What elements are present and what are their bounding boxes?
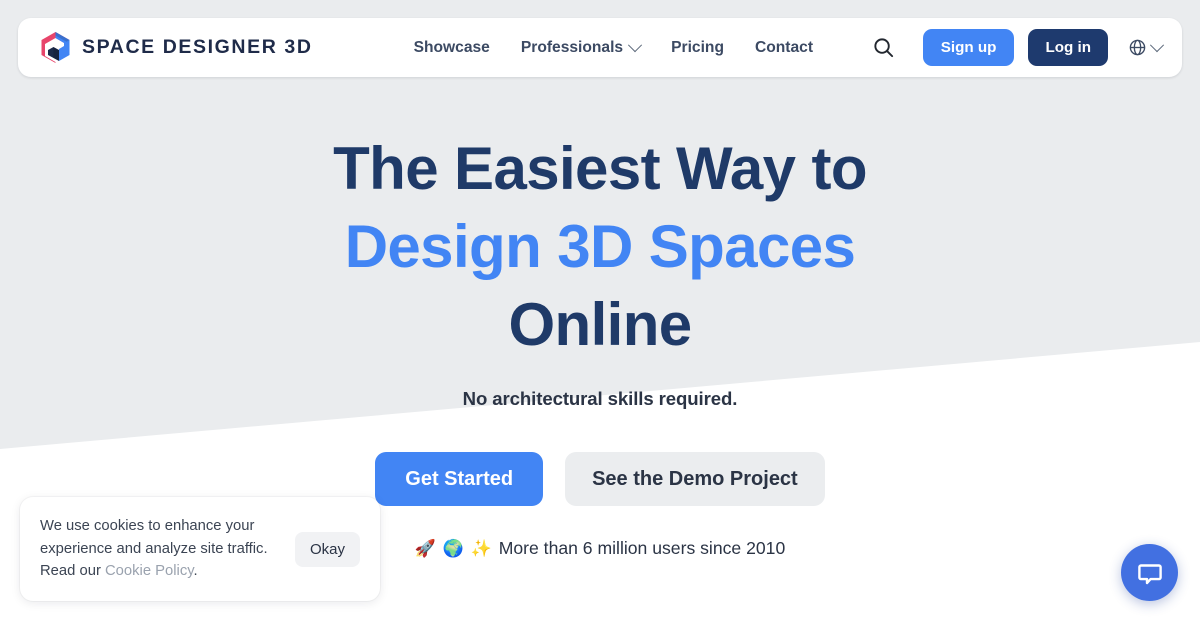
hero-stat-text: More than 6 million users since 2010 bbox=[498, 538, 786, 558]
see-demo-project-button[interactable]: See the Demo Project bbox=[565, 452, 825, 506]
search-button[interactable] bbox=[869, 33, 899, 63]
nav-item-showcase[interactable]: Showcase bbox=[414, 39, 490, 57]
nav-item-professionals[interactable]: Professionals bbox=[520, 37, 643, 57]
globe-icon bbox=[1129, 39, 1146, 56]
nav-item-pricing-label: Pricing bbox=[671, 38, 724, 56]
nav-item-professionals-label: Professionals bbox=[520, 38, 624, 56]
hexagon-house-logo-icon bbox=[41, 32, 70, 63]
hero-stat-emoji: 🚀 🌍 ✨ bbox=[414, 538, 493, 558]
nav-item-showcase-label: Showcase bbox=[413, 38, 490, 56]
hero-heading-line-2: Design 3D Spaces bbox=[344, 213, 856, 280]
cookie-consent-text: We use cookies to enhance your experienc… bbox=[40, 515, 283, 583]
chat-widget-button[interactable] bbox=[1121, 544, 1178, 601]
site-header: SPACE DESIGNER 3D Showcase Professionals… bbox=[18, 18, 1182, 77]
chat-bubble-icon bbox=[1137, 563, 1162, 584]
language-switcher[interactable] bbox=[1122, 36, 1165, 59]
signup-button[interactable]: Sign up bbox=[922, 29, 1015, 66]
cookie-consent-banner: We use cookies to enhance your experienc… bbox=[20, 497, 380, 601]
language-chevron-down-icon bbox=[1149, 37, 1165, 52]
hero-heading-line-3: Online bbox=[508, 291, 692, 358]
hero-heading-line-1: The Easiest Way to bbox=[333, 135, 867, 202]
cookie-accept-button[interactable]: Okay bbox=[294, 531, 360, 567]
cookie-text-part-2: . bbox=[193, 563, 198, 580]
main-navigation: Showcase Professionals Pricing Contact bbox=[414, 37, 813, 57]
nav-item-contact[interactable]: Contact bbox=[755, 39, 813, 57]
brand-logo-link[interactable]: SPACE DESIGNER 3D bbox=[40, 31, 313, 64]
search-icon bbox=[874, 38, 894, 58]
brand-name: SPACE DESIGNER 3D bbox=[82, 36, 313, 58]
cookie-policy-link[interactable]: Cookie Policy bbox=[105, 563, 194, 579]
hero-section: The Easiest Way to Design 3D Spaces Onli… bbox=[0, 130, 1200, 559]
login-button[interactable]: Log in bbox=[1028, 29, 1108, 66]
nav-item-pricing[interactable]: Pricing bbox=[671, 39, 724, 57]
nav-item-contact-label: Contact bbox=[754, 38, 814, 56]
header-actions: Sign up Log in bbox=[869, 29, 1165, 66]
chevron-down-icon bbox=[628, 37, 643, 52]
hero-subtitle: No architectural skills required. bbox=[462, 388, 738, 409]
hero-heading: The Easiest Way to Design 3D Spaces Onli… bbox=[0, 130, 1200, 364]
get-started-button[interactable]: Get Started bbox=[375, 452, 544, 506]
